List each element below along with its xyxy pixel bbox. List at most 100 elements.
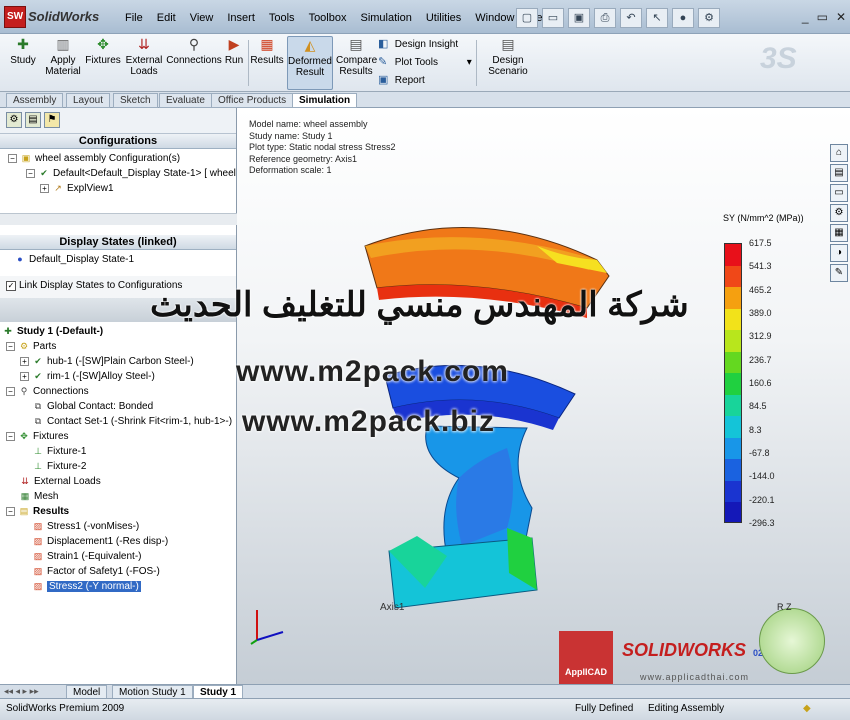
plot-tools-button[interactable]: ✎ Plot Tools ▾ bbox=[378, 54, 472, 70]
external-loads-node[interactable]: ⇊ External Loads bbox=[2, 474, 236, 489]
fixture-2[interactable]: ⊥ Fixture-2 bbox=[2, 459, 236, 474]
custom-properties-icon[interactable]: ✎ bbox=[830, 264, 848, 282]
undo-icon[interactable]: ↶ bbox=[620, 8, 642, 28]
explview-item[interactable]: + ↗ ExplView1 bbox=[8, 181, 236, 196]
menu-tools[interactable]: Tools bbox=[262, 12, 302, 24]
file-explorer-icon[interactable]: ▦ bbox=[830, 224, 848, 242]
minimize-icon[interactable]: _ bbox=[802, 10, 809, 24]
horizontal-scrollbar[interactable] bbox=[0, 213, 237, 225]
fixtures-button[interactable]: ✥ Fixtures bbox=[84, 36, 122, 90]
resources-icon[interactable]: ▤ bbox=[830, 164, 848, 182]
globe-label: R Z bbox=[777, 602, 792, 612]
quick-tips-icon[interactable]: ◆ bbox=[803, 699, 811, 719]
deformed-icon: ◭ bbox=[304, 37, 316, 53]
print-icon[interactable]: ⎙ bbox=[594, 8, 616, 28]
home-icon[interactable]: ⌂ bbox=[830, 144, 848, 162]
command-manager: ✚ Study ▥ Apply Material ✥ Fixtures ⇊ Extern… bbox=[0, 34, 850, 92]
legend-value: 465.2 bbox=[749, 284, 772, 295]
external-loads-button[interactable]: ⇊ External Loads bbox=[124, 36, 164, 90]
plot-icon: ▨ bbox=[33, 521, 43, 532]
folder-icon[interactable]: ▭ bbox=[830, 184, 848, 202]
contact-set[interactable]: ⧉ Contact Set-1 (-Shrink Fit<rim-1, hub-1… bbox=[2, 414, 236, 429]
legend-band bbox=[725, 287, 741, 309]
config-default[interactable]: − ✔ Default<Default_Display State-1> [ whe… bbox=[8, 166, 236, 181]
loads-icon: ⇊ bbox=[138, 36, 150, 52]
tab-simulation[interactable]: Simulation bbox=[292, 93, 358, 108]
menu-utilities[interactable]: Utilities bbox=[419, 12, 468, 24]
configuration-manager-icon[interactable]: ⚑ bbox=[44, 112, 60, 128]
close-icon[interactable]: ✕ bbox=[836, 10, 846, 24]
sphere-icon: ● bbox=[17, 254, 23, 265]
ribbon-separator bbox=[248, 40, 249, 86]
tab-layout[interactable]: Layout bbox=[66, 93, 111, 108]
deformed-result-button[interactable]: ◭ Deformed Result bbox=[287, 36, 333, 90]
legend-band bbox=[725, 459, 741, 481]
tab-model[interactable]: Model bbox=[66, 685, 108, 699]
design-insight-button[interactable]: ◧ Design Insight bbox=[378, 36, 458, 52]
feature-tree-icon[interactable]: ⚙ bbox=[6, 112, 22, 128]
result-item[interactable]: ▨ Factor of Safety1 (-FOS-) bbox=[2, 564, 236, 579]
toolbox-icon[interactable]: ⚙ bbox=[830, 204, 848, 222]
display-states-list: ● Default_Display State-1 bbox=[0, 250, 236, 276]
legend-band bbox=[725, 373, 741, 395]
configurations-tree: − ▣ wheel assembly Configuration(s) − ✔ Defa… bbox=[0, 149, 236, 223]
menu-view[interactable]: View bbox=[183, 12, 221, 24]
restore-icon[interactable]: ▭ bbox=[817, 10, 828, 24]
applicad-logo: ApplICAD bbox=[559, 631, 613, 684]
link-checkbox[interactable]: ✓ bbox=[6, 281, 16, 291]
menu-file[interactable]: File bbox=[118, 12, 150, 24]
fixture-1[interactable]: ⊥ Fixture-1 bbox=[2, 444, 236, 459]
compare-results-button[interactable]: ▤ Compare Results bbox=[336, 36, 377, 90]
open-icon[interactable]: ▭ bbox=[542, 8, 564, 28]
connections-node[interactable]: − ⚲ Connections bbox=[2, 384, 236, 399]
results-button[interactable]: ▦ Results bbox=[250, 36, 284, 90]
menu-insert[interactable]: Insert bbox=[220, 12, 262, 24]
config-root[interactable]: − ▣ wheel assembly Configuration(s) bbox=[8, 151, 236, 166]
study-button[interactable]: ✚ Study bbox=[8, 36, 38, 90]
result-item[interactable]: ▨ Stress1 (-vonMises-) bbox=[2, 519, 236, 534]
mesh-node[interactable]: ▦ Mesh bbox=[2, 489, 236, 504]
ds-watermark-logo: 3S bbox=[760, 42, 797, 75]
design-scenario-button[interactable]: ▤ Design Scenario bbox=[486, 36, 530, 90]
contact-icon: ⧉ bbox=[34, 401, 42, 412]
plot-icon: ▨ bbox=[33, 536, 43, 547]
options-icon[interactable]: ⚙ bbox=[698, 8, 720, 28]
run-button[interactable]: ▶ Run bbox=[222, 36, 246, 90]
display-state-item[interactable]: ● Default_Display State-1 bbox=[14, 252, 236, 267]
select-icon[interactable]: ↖ bbox=[646, 8, 668, 28]
tab-study-1[interactable]: Study 1 bbox=[193, 685, 244, 699]
study-root[interactable]: ✚ Study 1 (-Default-) bbox=[2, 324, 236, 339]
bottom-tabs: ◂◂ ◂ ▸ ▸▸ Model Motion Study 1 Study 1 bbox=[0, 684, 850, 699]
tab-assembly[interactable]: Assembly bbox=[6, 93, 64, 108]
menu-edit[interactable]: Edit bbox=[150, 12, 183, 24]
results-node[interactable]: − ▤ Results bbox=[2, 504, 236, 519]
rebuild-icon[interactable]: ● bbox=[672, 8, 694, 28]
menu-simulation[interactable]: Simulation bbox=[353, 12, 418, 24]
fixture-icon: ⊥ bbox=[34, 446, 42, 457]
result-item-selected[interactable]: ▨ Stress2 (-Y normal-) bbox=[2, 579, 236, 594]
tab-sketch[interactable]: Sketch bbox=[113, 93, 158, 108]
result-item[interactable]: ▨ Strain1 (-Equivalent-) bbox=[2, 549, 236, 564]
tab-evaluate[interactable]: Evaluate bbox=[159, 93, 212, 108]
view-orientation-globe[interactable] bbox=[759, 608, 825, 674]
apply-material-button[interactable]: ▥ Apply Material bbox=[44, 36, 82, 90]
part-hub[interactable]: + ✔ hub-1 (-[SW]Plain Carbon Steel-) bbox=[2, 354, 236, 369]
connections-button[interactable]: ⚲ Connections bbox=[166, 36, 222, 90]
fixtures-node[interactable]: − ✥ Fixtures bbox=[2, 429, 236, 444]
menu-toolbox[interactable]: Toolbox bbox=[302, 12, 354, 24]
tab-office-products[interactable]: Office Products bbox=[211, 93, 294, 108]
tab-motion-study[interactable]: Motion Study 1 bbox=[112, 685, 193, 699]
global-contact[interactable]: ⧉ Global Contact: Bonded bbox=[2, 399, 236, 414]
parts-node[interactable]: − ⚙ Parts bbox=[2, 339, 236, 354]
new-icon[interactable]: ▢ bbox=[516, 8, 538, 28]
appearance-icon[interactable]: ◑ bbox=[830, 244, 848, 262]
report-button[interactable]: ▣ Report bbox=[378, 72, 425, 88]
tab-scroll-arrows[interactable]: ◂◂ ◂ ▸ ▸▸ bbox=[4, 686, 39, 697]
menu-window[interactable]: Window bbox=[468, 12, 521, 24]
graphics-area[interactable]: ⌕ ⌕ ↶ Model name: wheel assembly Study n… bbox=[237, 108, 850, 684]
save-icon[interactable]: ▣ bbox=[568, 8, 590, 28]
arabic-watermark: شركة المهندس منسي للتغليف الحديث bbox=[150, 286, 689, 324]
property-manager-icon[interactable]: ▤ bbox=[25, 112, 41, 128]
result-item[interactable]: ▨ Displacement1 (-Res disp-) bbox=[2, 534, 236, 549]
part-rim[interactable]: + ✔ rim-1 (-[SW]Alloy Steel-) bbox=[2, 369, 236, 384]
